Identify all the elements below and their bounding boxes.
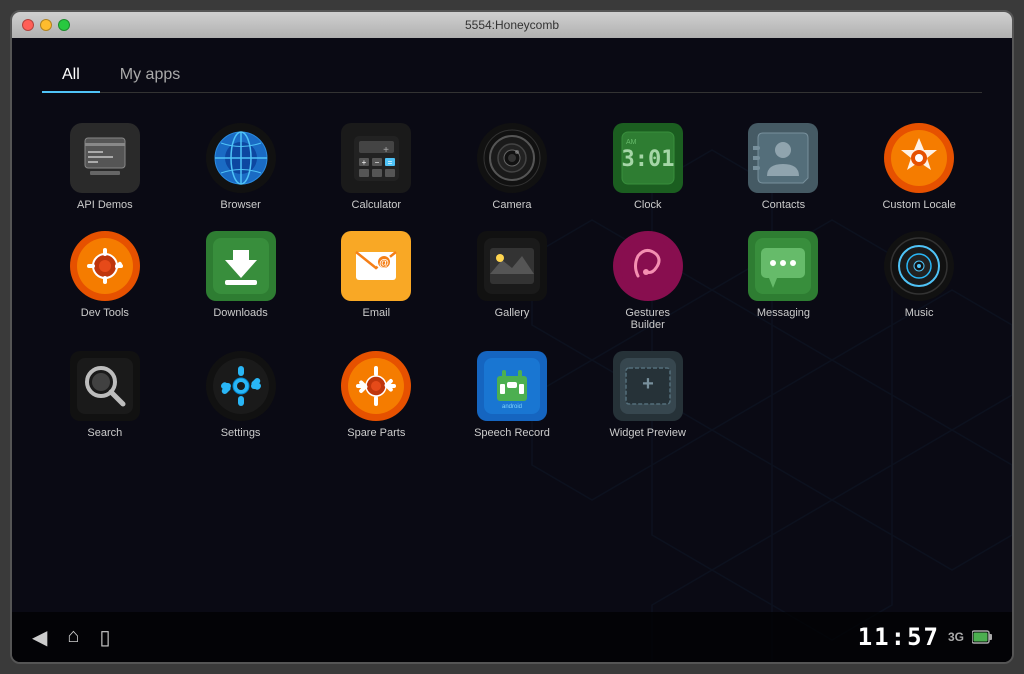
svg-text:AM: AM — [626, 139, 637, 146]
calculator-icon: + + − = — [341, 123, 411, 193]
app-gestures-builder[interactable]: Gestures Builder — [585, 226, 711, 336]
app-downloads[interactable]: Downloads — [178, 226, 304, 336]
gestures-builder-icon — [613, 231, 683, 301]
app-calculator[interactable]: + + − = Calculator — [313, 118, 439, 216]
search-icon — [70, 351, 140, 421]
app-dev-tools[interactable]: Dev Tools — [42, 226, 168, 336]
search-label: Search — [87, 427, 122, 439]
widget-preview-icon: + — [613, 351, 683, 421]
svg-text:android: android — [502, 404, 522, 410]
app-search[interactable]: Search — [42, 346, 168, 444]
browser-label: Browser — [220, 199, 260, 211]
api-demos-label: API Demos — [77, 199, 133, 211]
gestures-builder-label: Gestures Builder — [608, 307, 688, 331]
network-indicator: 3G — [948, 630, 964, 644]
spare-parts-icon — [341, 351, 411, 421]
api-demos-icon — [70, 123, 140, 193]
app-settings[interactable]: Settings — [178, 346, 304, 444]
dev-tools-icon — [70, 231, 140, 301]
messaging-label: Messaging — [757, 307, 810, 319]
downloads-label: Downloads — [213, 307, 267, 319]
speech-record-icon: android — [477, 351, 547, 421]
app-browser[interactable]: Browser — [178, 118, 304, 216]
custom-locale-label: Custom Locale — [882, 199, 955, 211]
svg-text:@: @ — [379, 258, 389, 269]
apps-grid: API Demos — [42, 108, 982, 444]
messaging-icon — [748, 231, 818, 301]
window-controls — [22, 19, 70, 31]
back-button[interactable]: ◀ — [32, 625, 47, 650]
downloads-icon — [206, 231, 276, 301]
battery-icon — [972, 630, 992, 644]
clock-icon: 3:01 AM — [613, 123, 683, 193]
app-camera[interactable]: Camera — [449, 118, 575, 216]
svg-text:=: = — [387, 158, 392, 167]
calculator-label: Calculator — [352, 199, 402, 211]
app-messaging[interactable]: Messaging — [721, 226, 847, 336]
custom-locale-icon — [884, 123, 954, 193]
music-icon — [884, 231, 954, 301]
maximize-button[interactable] — [58, 19, 70, 31]
browser-icon — [206, 123, 276, 193]
app-spare-parts[interactable]: Spare Parts — [313, 346, 439, 444]
title-bar: 5554:Honeycomb — [12, 12, 1012, 38]
recents-button[interactable]: ▯ — [99, 625, 110, 650]
status-bar: ◀ ⌂ ▯ 11:57 3G — [12, 612, 1012, 662]
tablet-screen: All My apps — [12, 38, 1012, 662]
clock-label: Clock — [634, 199, 662, 211]
tab-all[interactable]: All — [42, 58, 100, 92]
content-area: All My apps — [12, 38, 1012, 612]
speech-record-label: Speech Record — [474, 427, 550, 439]
contacts-icon — [748, 123, 818, 193]
window-frame: 5554:Honeycomb All My apps — [10, 10, 1014, 664]
app-clock[interactable]: 3:01 AM Clock — [585, 118, 711, 216]
app-speech-record[interactable]: android Speech Record — [449, 346, 575, 444]
minimize-button[interactable] — [40, 19, 52, 31]
app-custom-locale[interactable]: Custom Locale — [856, 118, 982, 216]
gallery-icon — [477, 231, 547, 301]
app-music[interactable]: Music — [856, 226, 982, 336]
svg-text:+: + — [383, 145, 389, 156]
tabs-row: All My apps — [42, 58, 982, 93]
app-contacts[interactable]: Contacts — [721, 118, 847, 216]
nav-buttons: ◀ ⌂ ▯ — [32, 625, 111, 650]
home-button[interactable]: ⌂ — [67, 625, 79, 650]
svg-text:+: + — [361, 158, 366, 167]
svg-text:+: + — [642, 373, 654, 395]
svg-text:−: − — [374, 158, 379, 167]
app-email[interactable]: @ Email — [313, 226, 439, 336]
app-api-demos[interactable]: API Demos — [42, 118, 168, 216]
email-icon: @ — [341, 231, 411, 301]
music-label: Music — [905, 307, 934, 319]
widget-preview-label: Widget Preview — [609, 427, 685, 439]
close-button[interactable] — [22, 19, 34, 31]
settings-label: Settings — [221, 427, 261, 439]
svg-text:3:01: 3:01 — [621, 147, 674, 172]
email-label: Email — [363, 307, 391, 319]
window-title: 5554:Honeycomb — [465, 18, 559, 32]
camera-label: Camera — [492, 199, 531, 211]
app-widget-preview[interactable]: + Widget Preview — [585, 346, 711, 444]
camera-icon — [477, 123, 547, 193]
dev-tools-label: Dev Tools — [81, 307, 129, 319]
settings-icon — [206, 351, 276, 421]
tab-myapps[interactable]: My apps — [100, 58, 200, 92]
contacts-label: Contacts — [762, 199, 805, 211]
status-right: 11:57 3G — [858, 623, 992, 651]
gallery-label: Gallery — [495, 307, 530, 319]
app-gallery[interactable]: Gallery — [449, 226, 575, 336]
clock-display: 11:57 — [858, 623, 940, 651]
spare-parts-label: Spare Parts — [347, 427, 405, 439]
